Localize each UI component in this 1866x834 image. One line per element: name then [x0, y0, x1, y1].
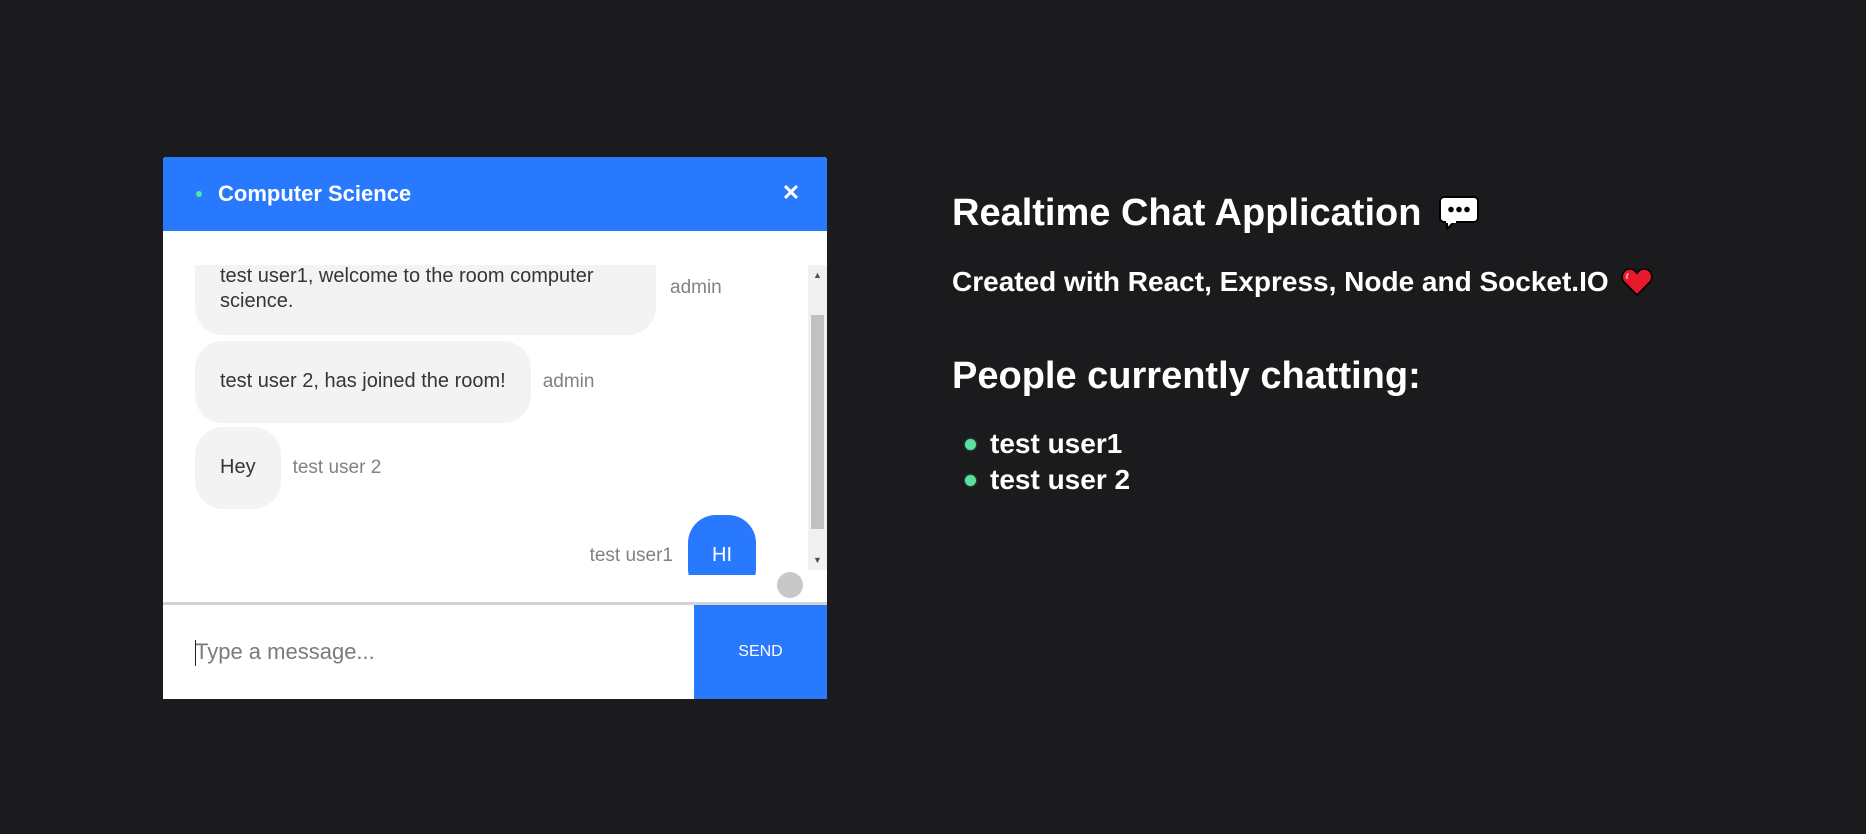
message-bubble-own: HI — [688, 515, 756, 575]
scrollbar-thumb[interactable] — [811, 315, 824, 529]
message-sender: test user 2 — [292, 457, 382, 478]
scroll-up-arrow-icon[interactable]: ▲ — [808, 267, 827, 283]
message-bubble: test user 2, has joined the room! — [195, 341, 531, 423]
person-name: test user 2 — [990, 464, 1131, 495]
heart-icon — [1621, 267, 1653, 297]
room-name: Computer Science — [218, 181, 412, 206]
app-title-text: Realtime Chat Application — [952, 192, 1422, 234]
message-item: Hey test user 2 — [195, 427, 381, 509]
chat-window: Computer Science ✕ test user1, welcome t… — [163, 157, 827, 699]
people-list: test user1 test user 2 — [952, 426, 1130, 498]
message-sender: admin — [670, 276, 722, 298]
app-subtitle: Created with React, Express, Node and So… — [952, 265, 1653, 299]
message-input[interactable] — [163, 605, 694, 699]
message-bubble: test user1, welcome to the room computer… — [195, 265, 656, 335]
message-item-own: test user1 HI — [590, 515, 756, 575]
message-text: science. — [220, 290, 294, 312]
message-item: test user1, welcome to the room computer… — [195, 265, 722, 335]
message-composer: SEND — [163, 605, 827, 699]
person-item: test user 2 — [952, 462, 1130, 498]
speech-bubble-icon — [1439, 195, 1480, 231]
app-root: Computer Science ✕ test user1, welcome t… — [0, 0, 1866, 834]
chat-header: Computer Science ✕ — [163, 157, 827, 231]
messages-scrollbar[interactable]: ▲ ▼ — [808, 265, 827, 570]
close-icon[interactable]: ✕ — [777, 179, 805, 207]
app-subtitle-text: Created with React, Express, Node and So… — [952, 266, 1609, 297]
online-status-dot — [965, 438, 976, 450]
online-status-dot — [196, 191, 202, 197]
message-sender: test user1 — [589, 545, 673, 566]
message-text: HI — [712, 544, 732, 566]
message-bubble: Hey — [195, 427, 281, 509]
message-text: test user1, welcome to the room computer — [220, 265, 594, 287]
message-text: test user 2, has joined the room! — [220, 370, 506, 392]
people-heading: People currently chatting: — [952, 355, 1421, 397]
scroll-down-arrow-icon[interactable]: ▼ — [808, 552, 827, 568]
messages-list[interactable]: test user1, welcome to the room computer… — [163, 265, 809, 575]
app-title: Realtime Chat Application — [952, 191, 1480, 235]
scroll-to-bottom-button[interactable] — [777, 572, 803, 598]
online-status-dot — [965, 474, 976, 486]
message-sender: admin — [542, 371, 595, 392]
text-caret — [195, 640, 196, 666]
message-item: test user 2, has joined the room! admin — [195, 341, 594, 423]
person-item: test user1 — [952, 426, 1130, 462]
send-button[interactable]: SEND — [694, 605, 827, 699]
message-text: Hey — [220, 456, 256, 478]
person-name: test user1 — [990, 428, 1123, 459]
